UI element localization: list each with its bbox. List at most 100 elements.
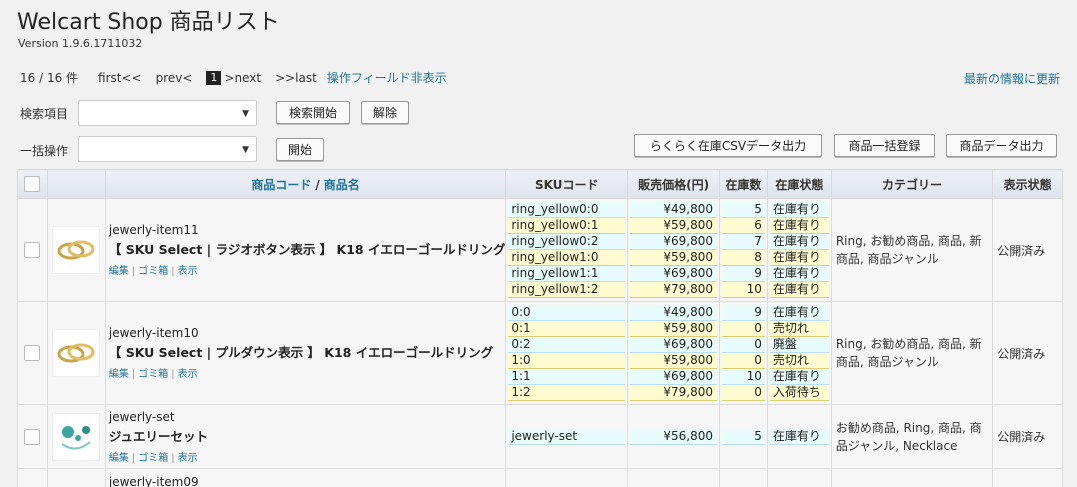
toggle-action-field-link[interactable]: 操作フィールド非表示 <box>327 69 447 86</box>
category-header: カテゴリー <box>830 169 994 199</box>
search-select[interactable]: ▼ <box>78 100 257 126</box>
sku-stock: 7 <box>722 234 765 250</box>
header-sep: / <box>315 177 320 192</box>
sku-stock: 5 <box>722 202 765 218</box>
sku-stock-cell: 9 0 0 0 10 0 <box>719 301 768 405</box>
select-all-checkbox[interactable] <box>24 176 41 192</box>
view-link[interactable]: 表示 <box>178 266 198 277</box>
sku-price: ¥79,800 <box>630 282 717 298</box>
product-thumbnail[interactable] <box>52 329 101 377</box>
edit-link[interactable]: 編集 <box>109 453 129 464</box>
table-header-row: 商品コード / 商品名 SKUコード 販売価格(円) 在庫数 在庫状態 カテゴリー … <box>17 169 1063 199</box>
row-check-cell <box>17 301 48 405</box>
bulk-register-button[interactable]: 商品一括登録 <box>834 134 935 157</box>
row-checkbox[interactable] <box>24 428 41 445</box>
row-checkbox[interactable] <box>24 345 41 361</box>
search-clear-button[interactable]: 解除 <box>361 101 409 124</box>
product-code: jewerly-item10 <box>108 326 199 340</box>
row-actions: 編集 | ゴミ箱 | 表示 <box>108 452 198 464</box>
csv-export-button[interactable]: らくらく在庫CSVデータ出力 <box>634 134 822 157</box>
view-link[interactable]: 表示 <box>178 453 198 464</box>
sku-status: 在庫有り <box>769 282 829 298</box>
thumb-cell <box>46 301 106 405</box>
table-row: jewerly-set ジュエリーセット 編集 | ゴミ箱 | 表示 jewerly-s… <box>17 404 1063 469</box>
pager-last[interactable]: >>last <box>275 71 317 85</box>
search-label: 検索項目 <box>20 107 69 121</box>
sku-price: ¥59,800 <box>630 353 717 369</box>
edit-link[interactable]: 編集 <box>109 369 129 380</box>
product-code: jewerly-item11 <box>108 223 199 237</box>
table-row: jewerly-item09 <box>17 468 1063 487</box>
sku-status: 在庫有り <box>769 305 829 321</box>
product-export-button[interactable]: 商品データ出力 <box>946 134 1057 157</box>
trash-link[interactable]: ゴミ箱 <box>138 369 168 380</box>
sku-code: 0:2 <box>508 337 626 353</box>
product-thumbnail[interactable] <box>52 412 101 461</box>
sku-stock: 0 <box>722 353 765 369</box>
chevron-down-icon: ▼ <box>242 145 249 155</box>
sku-stock-cell <box>719 468 768 487</box>
display-status-cell: 公開済み <box>992 404 1063 469</box>
edit-link[interactable]: 編集 <box>109 266 129 277</box>
pager-first[interactable]: first<< <box>98 71 142 85</box>
sku-status: 在庫有り <box>769 234 829 250</box>
product-name[interactable]: 【 SKU Select | ラジオボタン表示 】 K18 イエローゴールドリン… <box>109 239 505 258</box>
pager-next[interactable]: >next <box>224 71 261 85</box>
sku-stock: 0 <box>722 385 765 401</box>
sku-code: 1:2 <box>508 385 626 401</box>
sku-status: 売切れ <box>769 353 829 369</box>
sku-code: ring_yellow0:1 <box>508 218 626 234</box>
sku-status-cell: 在庫有り 売切れ 廃盤 売切れ 在庫有り 入荷待ち <box>766 301 832 405</box>
refresh-link[interactable]: 最新の情報に更新 <box>964 70 1060 87</box>
trash-link[interactable]: ゴミ箱 <box>138 266 168 277</box>
sku-code: ring_yellow0:2 <box>508 234 626 250</box>
sku-code: ring_yellow1:1 <box>508 266 626 282</box>
sku-code-cell: jewerly-set <box>505 404 629 469</box>
row-checkbox[interactable] <box>24 242 41 258</box>
row-check-cell <box>17 404 48 469</box>
display-header: 表示状態 <box>992 169 1063 199</box>
sku-code: ring_yellow1:0 <box>508 250 626 266</box>
sku-stock: 10 <box>722 369 765 385</box>
sku-code-cell: ring_yellow0:0 ring_yellow0:1 ring_yellow0… <box>505 198 629 302</box>
sort-code-link[interactable]: 商品コード <box>251 178 311 192</box>
view-link[interactable]: 表示 <box>178 369 198 380</box>
bulk-label: 一括操作 <box>20 144 69 158</box>
sku-price: ¥59,800 <box>630 321 717 337</box>
product-table: 商品コード / 商品名 SKUコード 販売価格(円) 在庫数 在庫状態 カテゴリー … <box>17 169 1063 487</box>
sku-code-cell: 0:0 0:1 0:2 1:0 1:1 1:2 <box>505 301 629 405</box>
product-name-cell: jewerly-item11 【 SKU Select | ラジオボタン表示 】… <box>104 198 507 302</box>
version-text: Version 1.9.6.1711032 <box>18 37 143 50</box>
sku-price: ¥59,800 <box>630 250 717 266</box>
product-name-cell: jewerly-item10 【 SKU Select | プルダウン表示 】 … <box>104 301 507 405</box>
sku-code: 0:0 <box>508 305 626 321</box>
price-header: 販売価格(円) <box>627 169 720 199</box>
sku-status: 在庫有り <box>769 266 829 282</box>
trash-link[interactable]: ゴミ箱 <box>138 453 168 464</box>
product-thumbnail[interactable] <box>52 226 101 274</box>
search-start-button[interactable]: 検索開始 <box>276 101 350 124</box>
sku-price-cell: ¥49,800 ¥59,800 ¥69,800 ¥59,800 ¥69,800 ¥79,8… <box>627 301 720 405</box>
sku-price: ¥56,800 <box>630 428 717 445</box>
sku-price: ¥69,800 <box>630 266 717 282</box>
product-list-page: Welcart Shop 商品リスト Version 1.9.6.1711032… <box>0 0 1077 487</box>
sku-status-cell <box>766 468 832 487</box>
sku-stock: 6 <box>722 218 765 234</box>
sku-price: ¥79,800 <box>630 385 717 401</box>
product-name[interactable]: 【 SKU Select | プルダウン表示 】 K18 イエローゴールドリング <box>109 342 505 361</box>
bulk-start-button[interactable]: 開始 <box>276 138 324 161</box>
product-name[interactable]: ジュエリーセット <box>109 426 505 445</box>
code-name-header: 商品コード / 商品名 <box>104 169 507 199</box>
pager-prev[interactable]: prev< <box>156 71 193 85</box>
product-name-cell: jewerly-set ジュエリーセット 編集 | ゴミ箱 | 表示 <box>104 404 507 469</box>
thumb-cell <box>46 404 106 469</box>
sku-stock: 8 <box>722 250 765 266</box>
sort-name-link[interactable]: 商品名 <box>324 178 360 192</box>
sku-status: 在庫有り <box>769 428 829 445</box>
sku-code: ring_yellow1:2 <box>508 282 626 298</box>
product-code: jewerly-item09 <box>108 475 199 487</box>
bulk-select[interactable]: ▼ <box>78 136 257 162</box>
sku-stock: 5 <box>722 428 765 445</box>
sku-status: 売切れ <box>769 321 829 337</box>
pager-current: 1 <box>206 70 222 85</box>
